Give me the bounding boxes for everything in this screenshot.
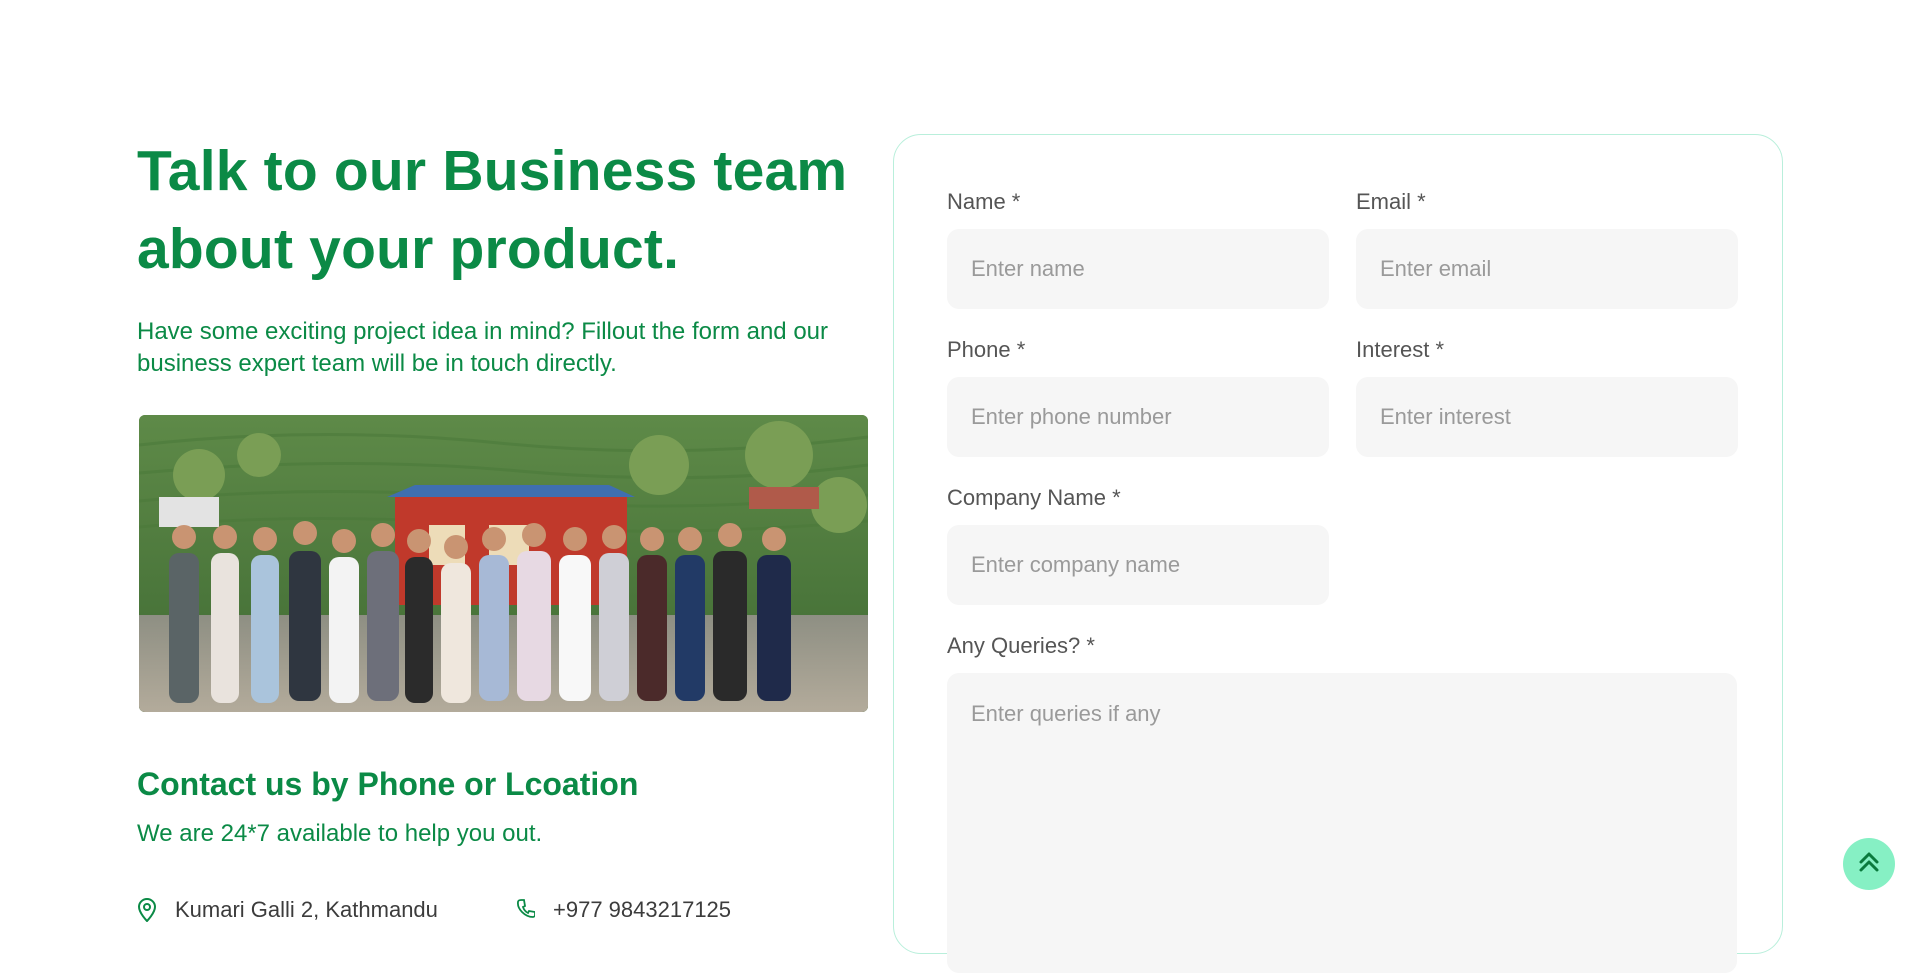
- company-label: Company Name *: [947, 485, 1121, 510]
- name-field-group: Name *: [947, 187, 1329, 309]
- queries-field-group: Any Queries? *: [947, 631, 1737, 973]
- page-title: Talk to our Business team about your pro…: [137, 132, 872, 288]
- email-label: Email *: [1356, 189, 1426, 214]
- contact-phone[interactable]: +977 9843217125: [515, 896, 731, 924]
- queries-textarea[interactable]: [947, 673, 1737, 973]
- hero-subtext: Have some exciting project idea in mind?…: [137, 318, 829, 377]
- email-field-group: Email *: [1356, 187, 1738, 309]
- company-field-group: Company Name *: [947, 483, 1329, 605]
- company-input[interactable]: [947, 525, 1329, 605]
- team-photo: [139, 415, 868, 712]
- location-pin-icon: [137, 898, 157, 922]
- phone-label: Phone *: [947, 337, 1026, 362]
- contact-title: Contact us by Phone or Lcoation: [137, 766, 639, 802]
- team-photo-illustration: [139, 415, 868, 712]
- interest-input[interactable]: [1356, 377, 1738, 457]
- contact-form: Name * Email * Phone * Interest * Compan…: [893, 134, 1783, 973]
- name-label: Name *: [947, 189, 1021, 214]
- contact-subtitle: We are 24*7 available to help you out.: [137, 820, 543, 847]
- scroll-to-top-button[interactable]: [1843, 838, 1895, 890]
- double-chevron-up-icon: [1856, 849, 1882, 880]
- contact-phone-text: +977 9843217125: [553, 897, 732, 922]
- contact-address-text: Kumari Galli 2, Kathmandu: [175, 897, 438, 922]
- interest-field-group: Interest *: [1356, 335, 1738, 457]
- contact-address: Kumari Galli 2, Kathmandu: [137, 896, 438, 924]
- interest-label: Interest *: [1356, 337, 1445, 362]
- email-input[interactable]: [1356, 229, 1738, 309]
- phone-icon: [515, 898, 535, 922]
- hero-section: Talk to our Business team about your pro…: [137, 132, 872, 380]
- contact-info-row: Kumari Galli 2, Kathmandu +977 984321712…: [137, 896, 857, 926]
- phone-field-group: Phone *: [947, 335, 1329, 457]
- phone-input[interactable]: [947, 377, 1329, 457]
- headline-line-1: Talk to our Business team: [137, 139, 848, 203]
- name-input[interactable]: [947, 229, 1329, 309]
- headline-line-2: about your product.: [137, 217, 680, 281]
- queries-label: Any Queries? *: [947, 633, 1095, 658]
